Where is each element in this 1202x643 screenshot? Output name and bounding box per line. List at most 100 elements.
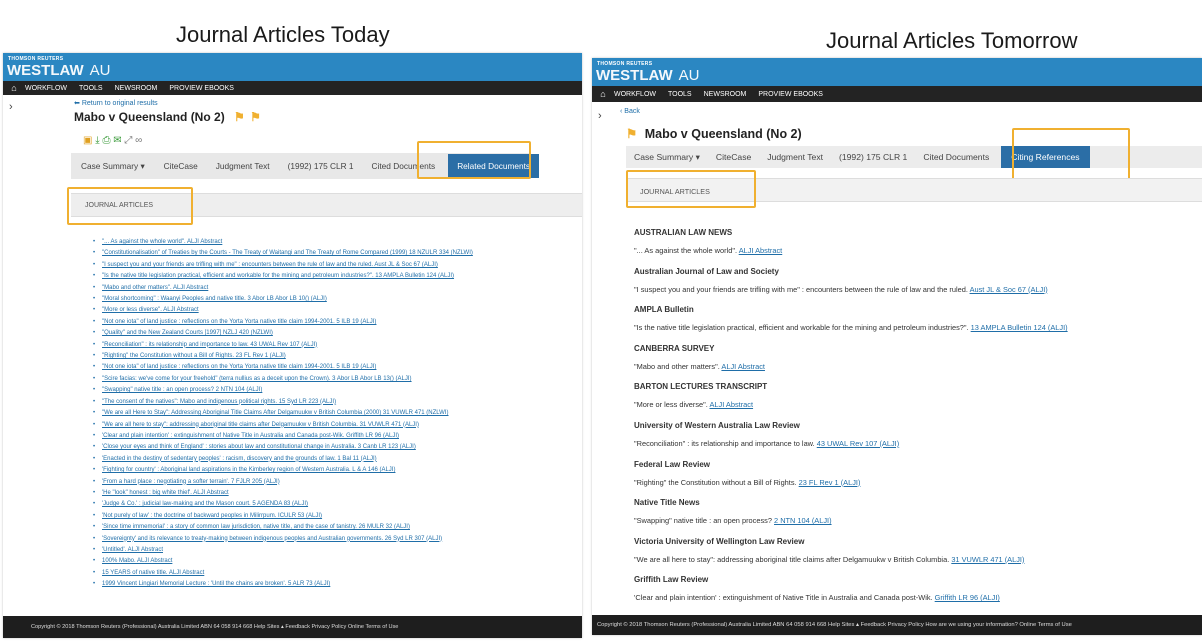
article-title: "Is the native title legislation practic… [634, 323, 969, 333]
article-entry: "I suspect you and your friends are trif… [634, 285, 1194, 294]
westlaw-logo[interactable]: WESTLAW AU [7, 62, 111, 79]
journal-article-link[interactable]: 'Close your eyes and think of England' :… [93, 442, 573, 453]
print-icon[interactable]: ⎙ [102, 135, 110, 146]
journal-article-link[interactable]: "Is the native title legislation practic… [93, 271, 573, 282]
home-icon-right[interactable]: ⌂ [592, 89, 614, 99]
tab-case-summary[interactable]: Case Summary ▾ [71, 161, 155, 171]
download-icon[interactable]: ⤓ [95, 135, 99, 146]
tab-citecase-right[interactable]: CiteCase [708, 152, 759, 162]
nav-newsroom-right[interactable]: NEWSROOM [704, 91, 747, 98]
main-nav-right: ⌂ WORKFLOW TOOLS NEWSROOM PROVIEW EBOOKS [592, 86, 1202, 102]
tab-case-summary-right[interactable]: Case Summary ▾ [626, 152, 708, 163]
tab-citecase[interactable]: CiteCase [155, 161, 207, 171]
tab-cited-documents-right[interactable]: Cited Documents [915, 152, 997, 162]
highlight-journal-articles-right [626, 170, 756, 208]
journal-article-link[interactable]: "We are all Here to Stay": Addressing Ab… [93, 408, 573, 419]
home-icon[interactable]: ⌂ [3, 83, 25, 93]
journal-article-link[interactable]: "Constitutionalisation" of Treaties by t… [93, 248, 573, 259]
journal-group: AMPLA Bulletin "Is the native title legis… [634, 305, 1194, 344]
tab-judgment-text-right[interactable]: Judgment Text [759, 152, 831, 162]
westlaw-logo-right[interactable]: WESTLAW AU [596, 67, 700, 84]
journal-article-link[interactable]: 'Since time immemorial' : a story of com… [93, 522, 573, 533]
back-link-right[interactable]: ‹ Back [620, 108, 640, 115]
highlight-journal-articles [67, 187, 193, 225]
journal-article-link[interactable]: "Swapping" native title : an open proces… [93, 385, 573, 396]
brand-bar: THOMSON REUTERS WESTLAW AU [3, 53, 582, 81]
journal-article-link[interactable]: "Not one iota" of land justice : reflect… [93, 362, 573, 373]
article-citation-link[interactable]: 23 FL Rev 1 (ALJI) [799, 478, 861, 487]
journal-article-link[interactable]: "... As against the whole world". ALJI A… [93, 237, 573, 248]
journal-article-link[interactable]: "Not one iota" of land justice : reflect… [93, 317, 573, 328]
article-citation-link[interactable]: Griffith LR 96 (ALJI) [935, 593, 1000, 602]
nav-proview-ebooks-right[interactable]: PROVIEW EBOOKS [758, 91, 823, 98]
document-icon[interactable]: ▣ [83, 135, 92, 146]
journal-article-link[interactable]: 'Untitled'. ALJI Abstract [93, 545, 573, 556]
article-citation-link[interactable]: 43 UWAL Rev 107 (ALJI) [817, 439, 899, 448]
journal-article-link[interactable]: 1999 Vincent Lingiari Memorial Lecture :… [93, 579, 573, 590]
journal-article-link[interactable]: 'Sovereignty' and its relevance to treat… [93, 534, 573, 545]
article-title: "Reconciliation" : its relationship and … [634, 438, 815, 448]
case-title-right: Mabo v Queensland (No 2) [644, 127, 802, 141]
nav-proview-ebooks[interactable]: PROVIEW EBOOKS [169, 85, 234, 92]
citing-references-list: AUSTRALIAN LAW NEWS "... As against the w… [634, 228, 1194, 614]
journal-group: AUSTRALIAN LAW NEWS "... As against the w… [634, 228, 1194, 267]
journal-article-link[interactable]: "Quality" and the New Zealand Courts [19… [93, 328, 573, 339]
article-citation-link[interactable]: 31 VUWLR 471 (ALJI) [951, 555, 1024, 564]
fullscreen-icon[interactable]: ⤢ [124, 135, 132, 146]
email-icon[interactable]: ✉ [113, 135, 121, 146]
article-citation-link[interactable]: Aust JL & Soc 67 (ALJI) [970, 285, 1048, 294]
nav-tools[interactable]: TOOLS [79, 85, 103, 92]
footer-text[interactable]: Copyright © 2018 Thomson Reuters (Profes… [31, 624, 398, 630]
article-citation-link[interactable]: ALJI Abstract [710, 400, 754, 409]
article-citation-link[interactable]: ALJI Abstract [739, 246, 783, 255]
journal-group: BARTON LECTURES TRANSCRIPT "More or less … [634, 382, 1194, 421]
journal-article-link[interactable]: 100% Mabo. ALJI Abstract [93, 556, 573, 567]
journal-article-link[interactable]: 'Enacted in the destiny of sedentary peo… [93, 454, 573, 465]
article-citation-link[interactable]: ALJI Abstract [721, 362, 765, 371]
footer-right: Copyright © 2018 Thomson Reuters (Profes… [592, 615, 1202, 635]
back-arrow-icon: ⬅︎ [74, 100, 82, 107]
journal-title: Native Title News [634, 498, 700, 508]
nav-workflow[interactable]: WORKFLOW [25, 85, 67, 92]
tab-clr-citation-right[interactable]: (1992) 175 CLR 1 [831, 152, 915, 162]
journal-article-link[interactable]: 'He "look" honest : big white thief'. AL… [93, 488, 573, 499]
nav-workflow-right[interactable]: WORKFLOW [614, 91, 656, 98]
article-title: "Swapping" native title : an open proces… [634, 516, 772, 526]
journal-article-link[interactable]: "Scire facias: we've come for your freeh… [93, 374, 573, 385]
journal-article-link[interactable]: 'Fighting for country' : Aboriginal land… [93, 465, 573, 476]
journal-article-link[interactable]: 'Not purely of law' : the doctrine of ba… [93, 511, 573, 522]
article-entry: "Mabo and other matters". ALJI Abstract [634, 362, 1194, 371]
journal-title: BARTON LECTURES TRANSCRIPT [634, 382, 768, 392]
journal-article-link[interactable]: 'From a hard place : negotiating a softe… [93, 477, 573, 488]
journal-article-link[interactable]: "Righting" the Constitution without a Bi… [93, 351, 573, 362]
tab-clr-citation[interactable]: (1992) 175 CLR 1 [279, 161, 363, 171]
page-title-right: ⚑ Mabo v Queensland (No 2) [626, 126, 802, 141]
journal-article-link[interactable]: 'Clear and plain intention' : extinguish… [93, 431, 573, 442]
article-citation-link[interactable]: 13 AMPLA Bulletin 124 (ALJI) [971, 323, 1068, 332]
journal-group: University of Western Australia Law Revi… [634, 421, 1194, 460]
tab-judgment-text[interactable]: Judgment Text [207, 161, 279, 171]
journal-article-link[interactable]: "More or less diverse". ALJI Abstract [93, 305, 573, 316]
journal-article-link[interactable]: "Mabo and other matters". ALJI Abstract [93, 283, 573, 294]
expand-sidebar-icon[interactable]: › [9, 101, 13, 113]
journal-title: Griffith Law Review [634, 575, 709, 585]
journal-article-link[interactable]: "The consent of the natives": Mabo and i… [93, 397, 573, 408]
expand-sidebar-icon-right[interactable]: › [598, 110, 602, 122]
nav-newsroom[interactable]: NEWSROOM [115, 85, 158, 92]
journal-article-link[interactable]: "We are all here to stay": addressing ab… [93, 420, 573, 431]
journal-title: Federal Law Review [634, 459, 711, 469]
region-name: AU [89, 62, 111, 79]
article-title: "We are all here to stay": addressing ab… [634, 554, 950, 564]
back-link[interactable]: ⬅︎ Return to original results [74, 99, 158, 107]
article-citation-link[interactable]: 2 NTN 104 (ALJI) [774, 516, 832, 525]
journal-article-link[interactable]: 'Judge & Co.' : judicial law-making and … [93, 499, 573, 510]
journal-article-link[interactable]: "I suspect you and your friends are trif… [93, 260, 573, 271]
footer-text-right[interactable]: Copyright © 2018 Thomson Reuters (Profes… [597, 622, 1072, 628]
link-icon[interactable]: ∞ [135, 135, 142, 146]
toolbar: ▣ ⤓ ⎙ ✉ ⤢ ∞ [83, 135, 142, 146]
product-name: WESTLAW [7, 62, 84, 79]
journal-article-link[interactable]: 15 YEARS of native title. ALJI Abstract [93, 568, 573, 579]
nav-tools-right[interactable]: TOOLS [668, 91, 692, 98]
journal-article-link[interactable]: "Moral shortcoming" : Waanyi Peoples and… [93, 294, 573, 305]
journal-article-link[interactable]: "Reconciliation" : its relationship and … [93, 340, 573, 351]
